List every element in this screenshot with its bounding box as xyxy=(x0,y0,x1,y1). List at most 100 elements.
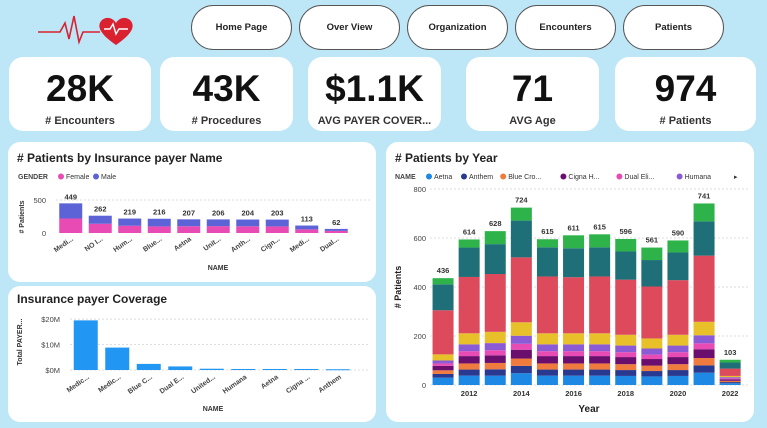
data-label: 103 xyxy=(724,348,737,357)
data-label: 615 xyxy=(593,222,606,231)
bar-segment xyxy=(641,365,663,372)
bar-segment xyxy=(432,370,454,374)
bar-male xyxy=(206,219,230,227)
legend-title: NAME xyxy=(395,174,416,181)
bar-segment xyxy=(719,383,741,385)
x-tick-label: 2012 xyxy=(461,389,478,398)
bar-male xyxy=(88,215,112,224)
nav-patients-button[interactable]: Patients xyxy=(623,5,724,50)
bar-segment xyxy=(615,238,637,252)
bar-segment xyxy=(693,365,715,373)
bar-segment xyxy=(615,279,637,335)
bar-segment xyxy=(510,335,532,344)
bar-male xyxy=(118,218,142,226)
nav-home-page-button[interactable]: Home Page xyxy=(191,5,292,50)
y-tick-label: $20M xyxy=(41,315,60,324)
y-axis-label: Total PAYER... xyxy=(17,318,24,365)
x-tick-label: Blue... xyxy=(142,236,163,254)
bar xyxy=(262,368,287,370)
data-label: 203 xyxy=(271,209,284,218)
y-tick-label: 800 xyxy=(413,185,426,194)
bar-male xyxy=(265,219,289,227)
nav-organization-button[interactable]: Organization xyxy=(407,5,508,50)
bar-segment xyxy=(693,343,715,350)
y-tick-label: $10M xyxy=(41,341,60,350)
bar-segment xyxy=(432,365,454,371)
bar-segment xyxy=(589,363,611,370)
bar-female xyxy=(118,225,142,233)
bar-segment xyxy=(458,351,480,357)
bar-segment xyxy=(719,368,741,376)
bar-segment xyxy=(563,375,585,385)
legend-label: Blue Cro... xyxy=(508,174,541,181)
y-axis-label: # Patients xyxy=(19,200,26,233)
bar-segment xyxy=(563,235,585,249)
x-tick-label: Humana xyxy=(222,374,249,396)
kpi-label: # Patients xyxy=(659,115,712,127)
bar-segment xyxy=(458,375,480,385)
y-tick-label: 400 xyxy=(413,283,426,292)
bar-segment xyxy=(667,352,689,358)
patients-by-year-chart: NAME Aetna Anthem Blue Cro... Cigna H... Dual… xyxy=(393,173,748,415)
bar-male xyxy=(324,228,348,231)
data-label: 62 xyxy=(332,218,340,227)
legend-marker xyxy=(500,173,507,180)
bar-segment xyxy=(641,354,663,360)
y-tick-label: 500 xyxy=(33,196,46,205)
bar-segment xyxy=(536,247,558,277)
bar-segment xyxy=(615,370,637,376)
legend-marker xyxy=(560,173,567,180)
data-label: 561 xyxy=(646,236,659,245)
bar-segment xyxy=(719,362,741,369)
bar-segment xyxy=(693,255,715,322)
nav-encounters-button[interactable]: Encounters xyxy=(515,5,616,50)
x-axis-label: NAME xyxy=(208,265,229,272)
x-tick-label: Hum... xyxy=(112,236,134,254)
x-tick-label: 2014 xyxy=(513,389,531,398)
bar-segment xyxy=(536,369,558,376)
bar-segment xyxy=(510,373,532,385)
x-tick-label: Aetna xyxy=(173,236,193,253)
data-label: 113 xyxy=(301,215,313,224)
bar-segment xyxy=(641,286,663,339)
bar-segment xyxy=(667,240,689,253)
bar-female xyxy=(324,230,348,233)
bar-female xyxy=(59,218,83,233)
bar-segment xyxy=(693,372,715,385)
bar-female xyxy=(236,226,260,233)
legend-marker xyxy=(676,173,683,180)
kpi-card-avg-payer-coverage: $1.1K AVG PAYER COVER... xyxy=(308,57,441,131)
y-tick-label: 200 xyxy=(413,332,426,341)
legend-marker-male xyxy=(93,173,99,180)
x-tick-label: Medic... xyxy=(97,374,122,394)
legend-label: Humana xyxy=(685,174,712,181)
bar-segment xyxy=(510,220,532,258)
bar xyxy=(325,369,350,371)
bar-segment xyxy=(458,239,480,248)
bar-segment xyxy=(510,322,532,336)
bar-segment xyxy=(563,356,585,364)
bar-segment xyxy=(563,344,585,352)
nav-over-view-button[interactable]: Over View xyxy=(299,5,400,50)
bar-segment xyxy=(615,352,637,358)
bar-male xyxy=(236,219,260,227)
x-tick-label: Unit... xyxy=(202,236,222,253)
data-label: 206 xyxy=(212,208,225,217)
bar-segment xyxy=(484,331,506,344)
bar-segment xyxy=(510,365,532,374)
kpi-label: AVG PAYER COVER... xyxy=(317,115,432,127)
data-label: 590 xyxy=(672,228,685,237)
bar-segment xyxy=(641,376,663,385)
bar-male xyxy=(295,225,319,230)
data-label: 596 xyxy=(619,227,632,236)
bar xyxy=(294,368,319,370)
bar-segment xyxy=(510,207,532,221)
data-label: 219 xyxy=(123,208,136,217)
kpi-value: 71 xyxy=(511,68,554,109)
legend-label: Dual Eli... xyxy=(624,174,654,181)
bar-segment xyxy=(536,363,558,370)
bar xyxy=(73,320,98,370)
bar-segment xyxy=(641,260,663,287)
bar-segment xyxy=(510,343,532,350)
bar-segment xyxy=(458,363,480,370)
